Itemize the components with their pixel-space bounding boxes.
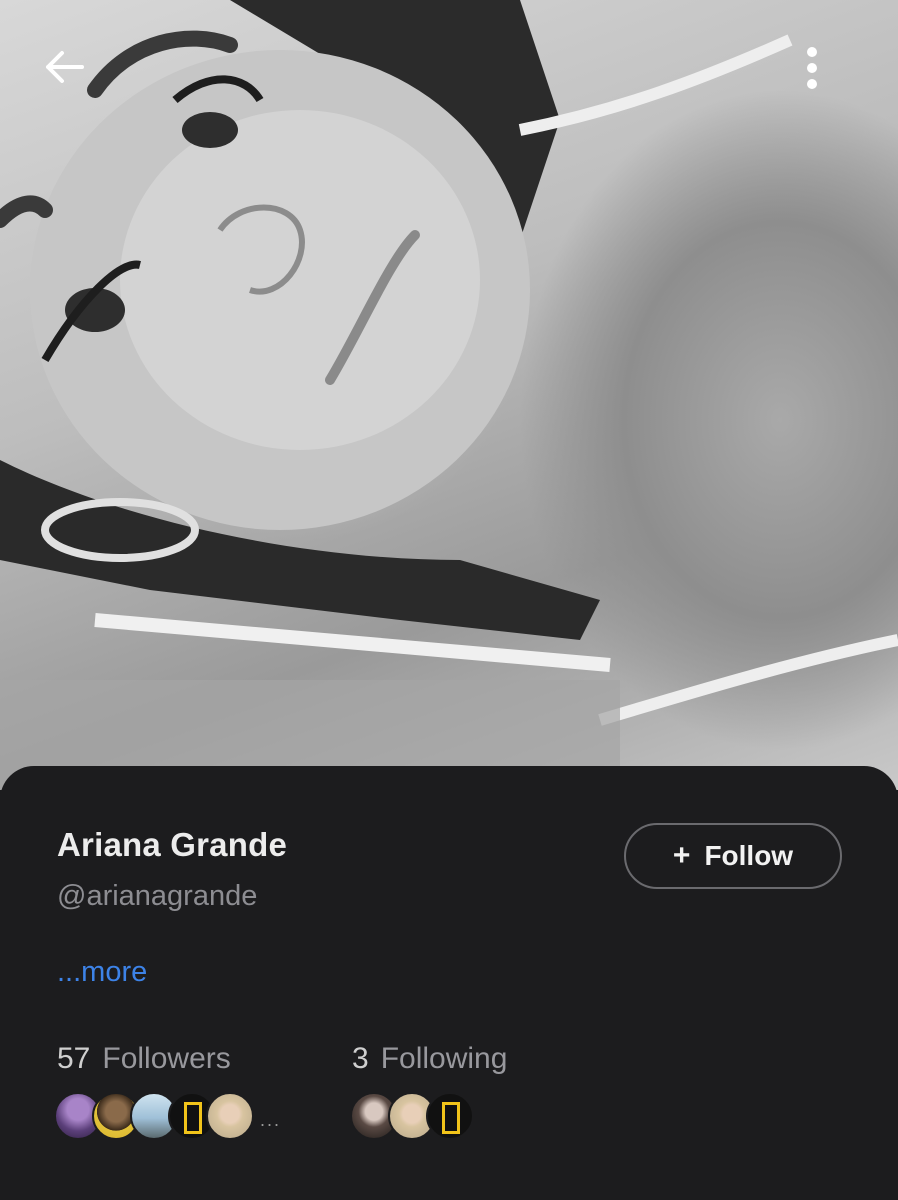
nat-geo-logo-icon bbox=[184, 1102, 202, 1134]
following-count: 3 bbox=[352, 1042, 369, 1075]
profile-handle: @arianagrande bbox=[57, 880, 258, 912]
more-vertical-icon[interactable] bbox=[806, 46, 850, 102]
followers-stat[interactable]: 57 Followers bbox=[57, 1042, 231, 1076]
plus-icon: + bbox=[672, 839, 691, 872]
more-avatars-ellipsis: ... bbox=[260, 1109, 282, 1130]
following-avatar-stack[interactable] bbox=[350, 1092, 474, 1140]
followers-label: Followers bbox=[102, 1042, 231, 1075]
following-label: Following bbox=[380, 1042, 508, 1075]
avatar bbox=[426, 1092, 474, 1140]
profile-name: Ariana Grande bbox=[57, 826, 288, 863]
followers-avatar-stack[interactable]: ... bbox=[54, 1092, 281, 1140]
back-arrow-icon[interactable] bbox=[44, 50, 100, 98]
bio-more-link[interactable]: ...more bbox=[57, 956, 147, 989]
cover-photo-illustration bbox=[0, 0, 898, 790]
follow-button[interactable]: + Follow bbox=[624, 823, 842, 889]
follow-button-label: Follow bbox=[704, 840, 794, 871]
followers-count: 57 bbox=[57, 1042, 91, 1075]
avatar bbox=[206, 1092, 254, 1140]
profile-cover-photo bbox=[0, 0, 898, 790]
nat-geo-logo-icon bbox=[442, 1102, 460, 1134]
following-stat[interactable]: 3 Following bbox=[352, 1042, 507, 1076]
